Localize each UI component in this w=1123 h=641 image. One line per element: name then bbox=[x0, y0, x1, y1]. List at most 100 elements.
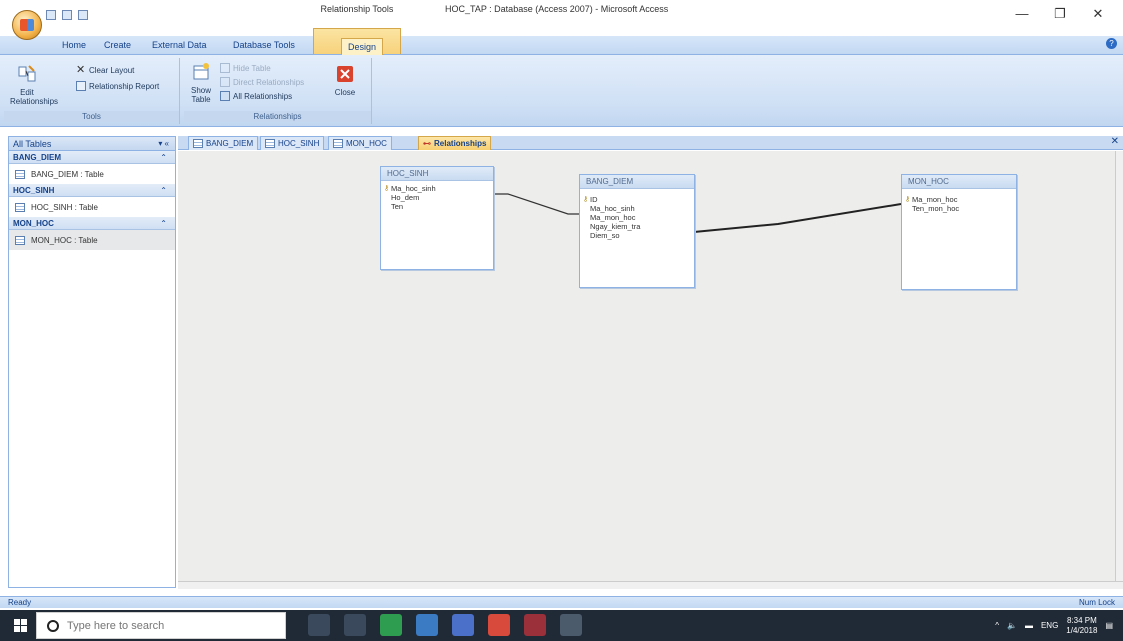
field[interactable]: Ngay_kiem_tra bbox=[580, 222, 694, 231]
hide-table-icon bbox=[220, 63, 230, 73]
task-view-icon[interactable] bbox=[344, 614, 366, 636]
field-label: Ngay_kiem_tra bbox=[590, 222, 641, 231]
edit-relationships-icon bbox=[18, 65, 36, 82]
field[interactable]: Ten_mon_hoc bbox=[902, 204, 1016, 213]
volume-icon[interactable]: 🔈 bbox=[1007, 621, 1017, 630]
windows-start-icon[interactable] bbox=[14, 619, 27, 632]
close-relationships-button[interactable]: Close bbox=[330, 64, 360, 97]
help-icon[interactable]: ? bbox=[1106, 38, 1117, 49]
clear-layout-button[interactable]: ✕ Clear Layout bbox=[76, 64, 134, 76]
app-icon-blue[interactable] bbox=[416, 614, 438, 636]
app-icon-green[interactable] bbox=[380, 614, 402, 636]
close-label: Close bbox=[334, 88, 356, 97]
field-label: Ho_dem bbox=[391, 193, 420, 202]
access-icon[interactable] bbox=[524, 614, 546, 636]
key-icon: ⚷ bbox=[905, 196, 911, 203]
doc-tab-mon-hoc[interactable]: MON_HOC bbox=[328, 136, 392, 150]
nav-group-mon-hoc[interactable]: MON_HOC ⌃ bbox=[9, 217, 175, 230]
close-window-button[interactable]: ✕ bbox=[1079, 0, 1117, 28]
field-list: ⚷ Ma_mon_hoc Ten_mon_hoc bbox=[902, 189, 1016, 213]
key-icon: ⚷ bbox=[583, 196, 589, 203]
field[interactable]: Ma_mon_hoc bbox=[580, 213, 694, 222]
vertical-scrollbar[interactable] bbox=[1115, 151, 1123, 581]
collapse-icon[interactable]: ⌃ bbox=[160, 217, 167, 230]
field[interactable]: Ma_hoc_sinh bbox=[580, 204, 694, 213]
clock-date: 1/4/2018 bbox=[1066, 625, 1098, 635]
nav-item-bang-diem[interactable]: BANG_DIEM : Table bbox=[9, 164, 175, 184]
nav-pane-header[interactable]: All Tables ▾ « bbox=[9, 137, 175, 151]
language-indicator[interactable]: ENG bbox=[1041, 621, 1058, 630]
chevron-up-icon[interactable]: ^ bbox=[995, 621, 999, 630]
direct-relationships-button[interactable]: Direct Relationships bbox=[220, 76, 304, 88]
tools-group-label: Tools bbox=[4, 111, 179, 122]
notifications-icon[interactable]: ▤ bbox=[1105, 621, 1113, 630]
taskbar-search[interactable]: Type here to search bbox=[36, 612, 286, 639]
collapse-icon[interactable]: ⌃ bbox=[160, 151, 167, 164]
close-icon bbox=[337, 66, 353, 82]
nav-group-hoc-sinh[interactable]: HOC_SINH ⌃ bbox=[9, 184, 175, 197]
field[interactable]: Ho_dem bbox=[381, 193, 493, 202]
doc-tab-relationships[interactable]: ⊷ Relationships bbox=[418, 136, 492, 150]
undo-icon[interactable] bbox=[62, 10, 72, 20]
all-relationships-label: All Relationships bbox=[233, 91, 293, 101]
all-relationships-icon bbox=[220, 91, 230, 101]
network-icon[interactable]: ▬ bbox=[1025, 621, 1033, 630]
table-box-title[interactable]: BANG_DIEM bbox=[580, 175, 694, 189]
tab-external-data[interactable]: External Data bbox=[152, 40, 207, 54]
field[interactable]: Diem_so bbox=[580, 231, 694, 240]
relationship-line-bang-diem-mon-hoc[interactable] bbox=[693, 203, 902, 233]
doc-tab-label: HOC_SINH bbox=[278, 139, 320, 148]
field-label: Ma_hoc_sinh bbox=[590, 204, 635, 213]
relationship-report-button[interactable]: Relationship Report bbox=[76, 80, 159, 92]
table-box-title[interactable]: MON_HOC bbox=[902, 175, 1016, 189]
chrome-icon[interactable] bbox=[488, 614, 510, 636]
edit-relationships-button[interactable]: Edit Relationships bbox=[10, 64, 58, 106]
show-table-button[interactable]: Show Table bbox=[188, 62, 214, 104]
ribbon-group-relationships: Show Table Hide Table Direct Relationshi… bbox=[184, 58, 372, 124]
app-icon-blue-2[interactable] bbox=[452, 614, 474, 636]
maximize-button[interactable]: ❐ bbox=[1041, 0, 1079, 28]
doc-tab-bang-diem[interactable]: BANG_DIEM bbox=[188, 136, 259, 150]
relationships-canvas[interactable]: HOC_SINH ⚷ Ma_hoc_sinh Ho_dem Ten BANG_DI… bbox=[178, 151, 1115, 581]
direct-relationships-icon bbox=[220, 77, 230, 87]
show-table-label: Show Table bbox=[190, 86, 211, 104]
clock[interactable]: 8:34 PM 1/4/2018 bbox=[1066, 616, 1097, 636]
tab-home[interactable]: Home bbox=[62, 40, 86, 54]
horizontal-scrollbar[interactable] bbox=[178, 581, 1123, 589]
field-primary-key[interactable]: ⚷ Ma_mon_hoc bbox=[902, 195, 1016, 204]
tab-database-tools[interactable]: Database Tools bbox=[233, 40, 295, 54]
table-box-mon-hoc[interactable]: MON_HOC ⚷ Ma_mon_hoc Ten_mon_hoc bbox=[901, 174, 1017, 290]
contextual-tab-group-title: Relationship Tools bbox=[320, 4, 394, 14]
clock-time: 8:34 PM bbox=[1066, 615, 1097, 625]
taskbar: Type here to search ^ 🔈 ▬ ENG 8:34 PM 1/… bbox=[0, 610, 1123, 641]
all-relationships-button[interactable]: All Relationships bbox=[220, 90, 292, 102]
key-icon: ⚷ bbox=[384, 185, 390, 192]
redo-icon[interactable] bbox=[78, 10, 88, 20]
field[interactable]: Ten bbox=[381, 202, 493, 211]
tab-create[interactable]: Create bbox=[104, 40, 131, 54]
table-icon bbox=[265, 139, 275, 148]
settings-app-icon[interactable] bbox=[560, 614, 582, 636]
nav-group-bang-diem[interactable]: BANG_DIEM ⌃ bbox=[9, 151, 175, 164]
save-icon[interactable] bbox=[46, 10, 56, 20]
table-box-title[interactable]: HOC_SINH bbox=[381, 167, 493, 181]
nav-pane-controls[interactable]: ▾ « bbox=[158, 137, 169, 151]
doc-tab-hoc-sinh[interactable]: HOC_SINH bbox=[260, 136, 325, 150]
field-label: Ma_mon_hoc bbox=[590, 213, 636, 222]
hide-table-button[interactable]: Hide Table bbox=[220, 62, 271, 74]
tab-design[interactable]: Design bbox=[341, 38, 384, 55]
collapse-icon[interactable]: ⌃ bbox=[160, 184, 167, 197]
field-primary-key[interactable]: ⚷ Ma_hoc_sinh bbox=[381, 184, 493, 193]
table-box-hoc-sinh[interactable]: HOC_SINH ⚷ Ma_hoc_sinh Ho_dem Ten bbox=[380, 166, 494, 270]
table-box-bang-diem[interactable]: BANG_DIEM ⚷ ID Ma_hoc_sinh Ma_mon_hoc Nga… bbox=[579, 174, 695, 288]
close-document-icon[interactable]: ✕ bbox=[1111, 136, 1119, 147]
office-button[interactable] bbox=[12, 10, 42, 40]
minimize-button[interactable]: — bbox=[1003, 0, 1041, 28]
relationship-line-hoc-sinh-bang-diem[interactable] bbox=[493, 193, 580, 215]
nav-item-hoc-sinh[interactable]: HOC_SINH : Table bbox=[9, 197, 175, 217]
field-primary-key[interactable]: ⚷ ID bbox=[580, 195, 694, 204]
doc-tab-label: Relationships bbox=[434, 139, 487, 148]
relationships-icon: ⊷ bbox=[423, 139, 431, 148]
nav-item-mon-hoc[interactable]: MON_HOC : Table bbox=[9, 230, 175, 250]
microphone-icon[interactable] bbox=[308, 614, 330, 636]
